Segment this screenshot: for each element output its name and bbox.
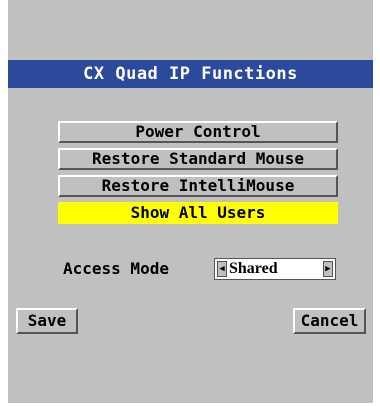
access-mode-selector[interactable]: ◀ Shared ▶ [214,258,336,280]
right-arrow-icon[interactable]: ▶ [323,261,333,277]
cancel-button[interactable]: Cancel [293,308,366,334]
power-control-button[interactable]: Power Control [58,121,338,143]
show-all-users-button[interactable]: Show All Users [58,202,338,224]
restore-intellimouse-button[interactable]: Restore IntelliMouse [58,175,338,197]
window-title: CX Quad IP Functions [8,60,373,88]
left-arrow-icon[interactable]: ◀ [217,261,227,277]
restore-standard-mouse-button[interactable]: Restore Standard Mouse [58,148,338,170]
access-mode-value: Shared [229,260,278,277]
functions-window: CX Quad IP Functions Power Control Resto… [8,0,373,403]
save-button[interactable]: Save [16,308,78,334]
access-mode-label: Access Mode [63,259,169,278]
